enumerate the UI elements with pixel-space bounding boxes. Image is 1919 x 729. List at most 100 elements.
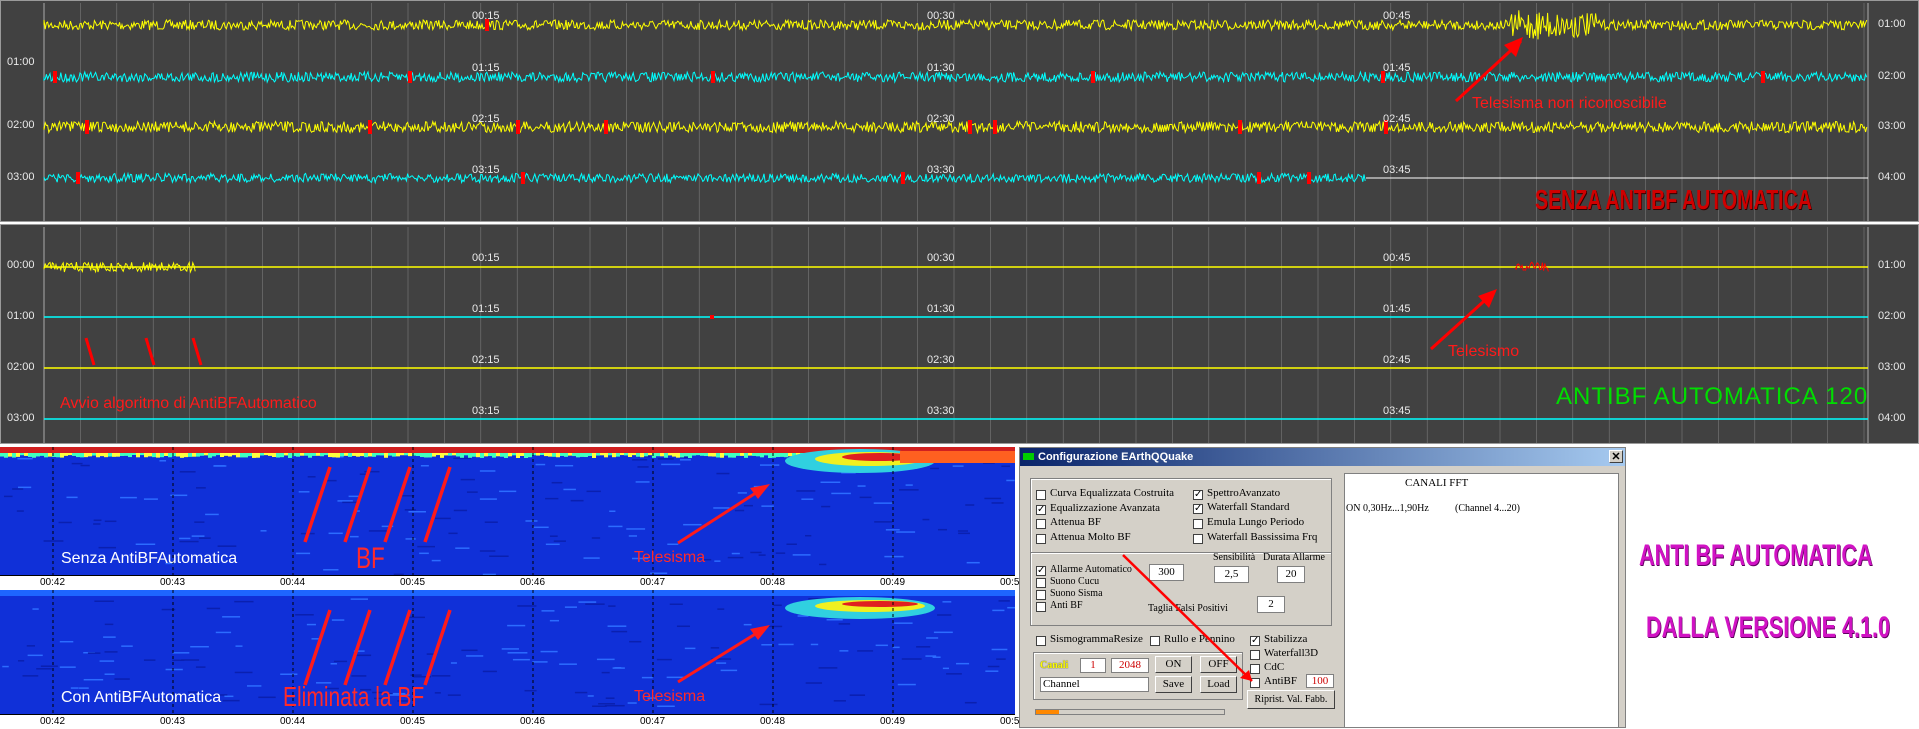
alarm-threshold-field[interactable]: 300 (1149, 564, 1184, 581)
bf-noise (456, 453, 460, 457)
bf-noise (100, 453, 104, 457)
checkbox-icon[interactable] (1250, 650, 1260, 660)
checkbox-icon[interactable] (1036, 636, 1046, 646)
spectral-streak (1006, 479, 1015, 482)
save-button[interactable]: Save (1155, 676, 1192, 693)
checkbox-icon[interactable] (1036, 602, 1046, 612)
checkbox-attenua-bf[interactable]: Attenua BF (1036, 516, 1101, 529)
bf-noise (780, 453, 784, 457)
on-button[interactable]: ON (1155, 656, 1192, 673)
bf-noise (76, 453, 80, 458)
checkbox-waterfall-standard[interactable]: ✓ Waterfall Standard (1193, 501, 1290, 514)
row-left-label: 00:00 (7, 259, 35, 271)
progress-bar (1035, 709, 1225, 715)
checkbox-suono-cucu[interactable]: Suono Cucu (1036, 577, 1099, 588)
spectral-streak (535, 463, 546, 466)
canali-from-field[interactable]: 1 (1080, 658, 1106, 673)
bf-noise (48, 453, 52, 457)
spectral-streak (833, 700, 846, 702)
spectral-streak (235, 645, 243, 647)
bf-noise (328, 453, 332, 458)
spectral-streak (27, 654, 43, 657)
checkbox-cdc[interactable]: CdC (1250, 661, 1284, 674)
spectral-streak (857, 485, 866, 487)
checkbox-icon[interactable] (1193, 519, 1203, 529)
checkbox-equalizzazione-avanzata[interactable]: ✓ Equalizzazione Avanzata (1036, 502, 1160, 515)
bf-noise (616, 453, 620, 457)
spectral-streak (884, 555, 904, 558)
checkbox-icon[interactable] (1036, 578, 1046, 588)
spectral-streak (710, 647, 720, 649)
checkbox-icon[interactable] (1036, 519, 1046, 529)
checkbox-icon[interactable] (1036, 490, 1046, 500)
bf-noise (788, 453, 792, 457)
checkbox-rullo-pennino[interactable]: Rullo e Pennino (1150, 633, 1235, 646)
checkbox-anti-bf[interactable]: Anti BF (1036, 601, 1083, 612)
spectral-streak (611, 630, 628, 633)
spectral-streak (114, 678, 130, 680)
checkbox-antibf[interactable]: AntiBF (1250, 675, 1297, 688)
spectral-streak (727, 556, 744, 559)
checkbox-checked-icon[interactable]: ✓ (1250, 636, 1260, 646)
ripristina-button[interactable]: Riprist. Val. Fabb. (1247, 690, 1335, 709)
bf-noise (160, 453, 164, 458)
checkbox-checked-icon[interactable]: ✓ (1193, 490, 1203, 500)
taglia-field[interactable]: 2 (1257, 596, 1285, 613)
checkbox-icon[interactable] (1193, 534, 1203, 544)
spectral-streak (901, 658, 922, 660)
spectral-streak (260, 530, 267, 532)
channel-field[interactable]: Channel (1040, 677, 1149, 692)
spectral-streak (585, 603, 605, 605)
durata-field[interactable]: 20 (1277, 566, 1305, 583)
bf-noise (360, 453, 364, 457)
checkbox-icon[interactable] (1250, 678, 1260, 688)
checkbox-checked-icon[interactable]: ✓ (1193, 504, 1203, 514)
bf-noise (632, 453, 636, 456)
sensibilita-field[interactable]: 2,5 (1214, 566, 1249, 583)
checkbox-emula-lungo-periodo[interactable]: Emula Lungo Periodo (1193, 516, 1304, 529)
checkbox-icon[interactable] (1036, 534, 1046, 544)
checkbox-waterfall3d[interactable]: Waterfall3D (1250, 647, 1318, 660)
time-tick: 00:5 (1000, 716, 1020, 727)
row-right-label: 01:00 (1878, 259, 1906, 271)
spectral-streak (524, 689, 537, 692)
spectral-streak (489, 555, 509, 557)
time-tick: 01:45 (1383, 303, 1411, 315)
canali-to-field[interactable]: 2048 (1111, 658, 1149, 673)
bf-noise (628, 453, 632, 457)
checkbox-checked-icon[interactable]: ✓ (1036, 566, 1046, 576)
promo-line-1: ANTI BF AUTOMATICA (1639, 539, 1873, 572)
spectral-streak (773, 604, 782, 607)
checkbox-allarme-automatico[interactable]: ✓ Allarme Automatico (1036, 565, 1132, 576)
spectral-streak (205, 513, 219, 516)
checkbox-stabilizza[interactable]: ✓ Stabilizza (1250, 633, 1307, 646)
checkbox-attenua-molto-bf[interactable]: Attenua Molto BF (1036, 531, 1131, 544)
antibf-value-field[interactable]: 100 (1306, 674, 1334, 688)
time-tick: 00:46 (520, 577, 546, 588)
bf-noise (728, 453, 732, 458)
checkbox-spettro-avanzato[interactable]: ✓ SpettroAvanzato (1193, 487, 1280, 500)
bf-noise (384, 453, 388, 458)
checkbox-suono-sisma[interactable]: Suono Sisma (1036, 589, 1103, 600)
checkbox-waterfall-bassissima[interactable]: Waterfall Bassissima Frq (1193, 531, 1317, 544)
bf-noise (376, 453, 380, 456)
checkbox-checked-icon[interactable]: ✓ (1036, 505, 1046, 515)
checkbox-icon[interactable] (1036, 590, 1046, 600)
dialog-titlebar[interactable]: Configurazione EArthQQuake ✕ (1020, 448, 1625, 466)
checkbox-sismogramma-resize[interactable]: SismogrammaResize (1036, 633, 1143, 646)
load-button[interactable]: Load (1200, 676, 1237, 693)
spectral-streak (213, 465, 227, 467)
checkbox-icon[interactable] (1250, 664, 1260, 674)
off-button[interactable]: OFF (1200, 656, 1237, 673)
time-tick: 00:43 (160, 577, 186, 588)
spectral-streak (479, 498, 497, 500)
checkbox-curva-equalizzata[interactable]: Curva Equalizzata Costruita (1036, 487, 1174, 500)
bf-noise (612, 453, 616, 458)
spectral-streak (605, 697, 615, 699)
spectral-streak (553, 540, 566, 542)
close-icon[interactable]: ✕ (1609, 450, 1623, 463)
bf-noise (732, 453, 736, 458)
row-left-label: 02:00 (7, 119, 35, 131)
bf-noise (44, 453, 48, 458)
checkbox-icon[interactable] (1150, 636, 1160, 646)
